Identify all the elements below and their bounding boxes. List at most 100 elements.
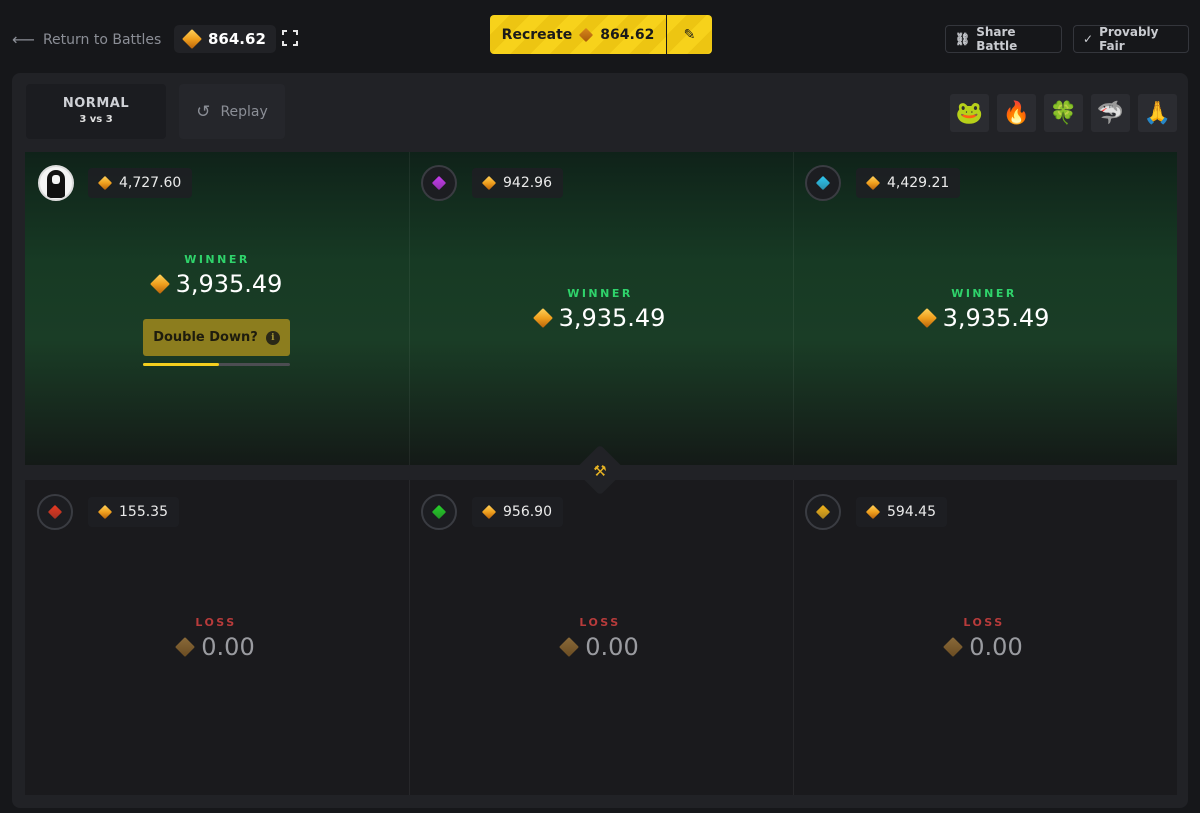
fullscreen-icon[interactable] <box>282 30 298 46</box>
diamond-avatar-icon <box>815 504 831 520</box>
player-avatar[interactable] <box>421 494 457 530</box>
gem-icon <box>561 639 577 655</box>
winnings-amount: 0.00 <box>201 633 255 661</box>
player-amount: 942.96 <box>503 175 552 191</box>
column-divider <box>793 152 794 465</box>
player-unboxed-value: 4,727.60 <box>88 168 193 198</box>
gem-icon <box>483 177 495 189</box>
winnings-amount: 3,935.49 <box>175 270 283 298</box>
replay-button[interactable]: ↺ Replay <box>179 84 285 139</box>
recreate-button[interactable]: Recreate 864.62 <box>490 15 666 54</box>
gem-icon <box>184 31 200 47</box>
mode-label: NORMAL <box>62 96 130 111</box>
double-down-timer <box>143 363 290 366</box>
player-result: LOSS 0.00 <box>450 616 750 661</box>
recreate-label: Recreate <box>501 26 573 43</box>
pencil-icon: ✎ <box>683 26 696 43</box>
winnings-value: 3,935.49 <box>834 304 1134 332</box>
player-avatar[interactable] <box>421 165 457 201</box>
player-avatar[interactable] <box>37 494 73 530</box>
diamond-avatar-icon <box>431 175 447 191</box>
winner-label: WINNER <box>951 287 1017 300</box>
return-to-battles-link[interactable]: ⟵ Return to Battles <box>12 30 161 49</box>
player-avatar[interactable] <box>805 494 841 530</box>
player-avatar[interactable] <box>38 165 74 201</box>
gem-icon <box>945 639 961 655</box>
player-unboxed-value: 956.90 <box>472 497 563 527</box>
gem-icon <box>919 310 935 326</box>
diamond-avatar-icon <box>815 175 831 191</box>
emote-frog-icon[interactable]: 🐸 <box>950 94 989 132</box>
back-arrow-icon: ⟵ <box>12 30 35 49</box>
diamond-avatar-icon <box>431 504 447 520</box>
player-unboxed-value: 4,429.21 <box>856 168 961 198</box>
player-result: LOSS 0.00 <box>834 616 1134 661</box>
player-result: WINNER 3,935.49 <box>834 287 1134 332</box>
winnings-amount: 0.00 <box>969 633 1023 661</box>
crossed-axes-icon: ⚒ <box>593 462 607 480</box>
edit-battle-button[interactable]: ✎ <box>667 15 712 54</box>
winnings-value: 0.00 <box>66 633 366 661</box>
player-unboxed-value: 155.35 <box>88 497 179 527</box>
double-down-button[interactable]: Double Down? i <box>143 319 290 356</box>
loss-label: LOSS <box>963 616 1005 629</box>
column-divider <box>409 480 410 795</box>
winnings-value: 3,935.49 <box>450 304 750 332</box>
emote-pray-icon[interactable]: 🙏 <box>1138 94 1177 132</box>
diamond-avatar-icon <box>47 504 63 520</box>
top-bar: ⟵ Return to Battles 864.62 Recreate 864.… <box>0 0 1200 74</box>
double-down-timer-fill <box>143 363 220 366</box>
loss-label: LOSS <box>579 616 621 629</box>
double-down-label: Double Down? <box>153 330 258 345</box>
emote-clover-icon[interactable]: 🍀 <box>1044 94 1083 132</box>
link-icon: ⛓ <box>955 32 971 46</box>
winnings-amount: 3,935.49 <box>558 304 666 332</box>
emote-bar: 🐸 🔥 🍀 🦈 🙏 <box>950 94 1177 132</box>
replay-label: Replay <box>220 103 268 120</box>
gem-icon <box>99 177 111 189</box>
return-label: Return to Battles <box>42 31 162 48</box>
winnings-amount: 3,935.49 <box>942 304 1050 332</box>
player-amount: 155.35 <box>119 504 168 520</box>
column-divider <box>793 480 794 795</box>
player-unboxed-value: 942.96 <box>472 168 563 198</box>
player-result: LOSS 0.00 <box>66 616 366 661</box>
gem-icon <box>99 506 111 518</box>
loss-label: LOSS <box>195 616 237 629</box>
fair-label: Provably Fair <box>1099 25 1159 53</box>
format-label: 3 vs 3 <box>79 114 113 125</box>
replay-icon: ↺ <box>196 101 211 122</box>
recreate-price: 864.62 <box>600 26 655 43</box>
winner-label: WINNER <box>184 253 250 266</box>
battle-cost-badge: 864.62 <box>174 25 276 53</box>
player-result: WINNER 3,935.49 <box>450 287 750 332</box>
player-amount: 956.90 <box>503 504 552 520</box>
check-shield-icon: ✓ <box>1083 32 1094 46</box>
column-divider <box>409 152 410 465</box>
emote-shark-icon[interactable]: 🦈 <box>1091 94 1130 132</box>
winnings-value: 3,935.49 <box>67 270 367 298</box>
player-amount: 4,727.60 <box>119 175 182 191</box>
winnings-value: 0.00 <box>834 633 1134 661</box>
gem-icon <box>580 29 592 41</box>
share-label: Share Battle <box>976 25 1018 53</box>
player-result: WINNER 3,935.49 <box>67 253 367 298</box>
winnings-amount: 0.00 <box>585 633 639 661</box>
share-battle-button[interactable]: ⛓ Share Battle <box>945 25 1062 53</box>
player-amount: 594.45 <box>887 504 936 520</box>
gem-icon <box>483 506 495 518</box>
player-amount: 4,429.21 <box>887 175 950 191</box>
gem-icon <box>535 310 551 326</box>
winner-label: WINNER <box>567 287 633 300</box>
gem-icon <box>867 506 879 518</box>
emote-fire-icon[interactable]: 🔥 <box>997 94 1036 132</box>
gem-icon <box>152 276 168 292</box>
battle-cost-value: 864.62 <box>208 30 266 48</box>
info-icon[interactable]: i <box>265 330 280 345</box>
player-avatar[interactable] <box>805 165 841 201</box>
player-unboxed-value: 594.45 <box>856 497 947 527</box>
battle-mode-card: NORMAL 3 vs 3 <box>26 84 166 139</box>
provably-fair-button[interactable]: ✓ Provably Fair <box>1073 25 1189 53</box>
gem-icon <box>177 639 193 655</box>
winnings-value: 0.00 <box>450 633 750 661</box>
